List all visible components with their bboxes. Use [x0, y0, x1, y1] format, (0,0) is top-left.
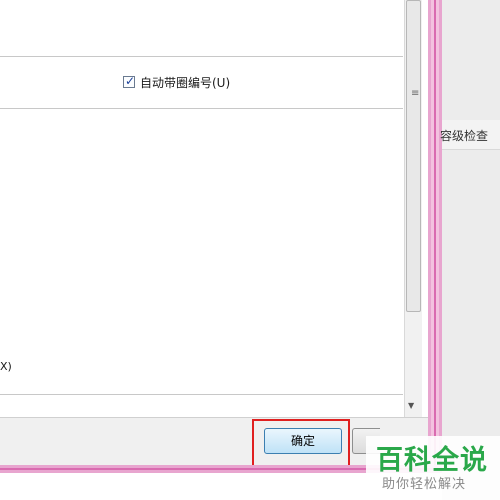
- dialog-content-area: [0, 0, 403, 417]
- auto-number-label[interactable]: 自动带圈编号(U): [140, 74, 230, 91]
- watermark-title: 百科全说: [376, 445, 488, 476]
- background-panel: [442, 0, 500, 500]
- option-text-fragment: X): [0, 360, 12, 373]
- scrollbar-thumb[interactable]: ≡: [406, 0, 421, 312]
- vertical-scrollbar[interactable]: ≡ ▼: [404, 0, 422, 417]
- divider: [0, 108, 403, 109]
- checkmark-icon: ✓: [125, 74, 136, 88]
- grip-icon: ≡: [411, 88, 419, 99]
- scroll-down-arrow-icon[interactable]: ▼: [408, 401, 414, 410]
- divider: [0, 56, 403, 57]
- highlight-box: [252, 419, 350, 468]
- panel-tab-label[interactable]: 容级检查: [440, 127, 488, 144]
- watermark-subtitle: 助你轻松解决: [382, 477, 467, 492]
- divider: [0, 394, 403, 395]
- auto-number-checkbox[interactable]: ✓: [123, 74, 136, 88]
- window-frame-right: [434, 0, 436, 470]
